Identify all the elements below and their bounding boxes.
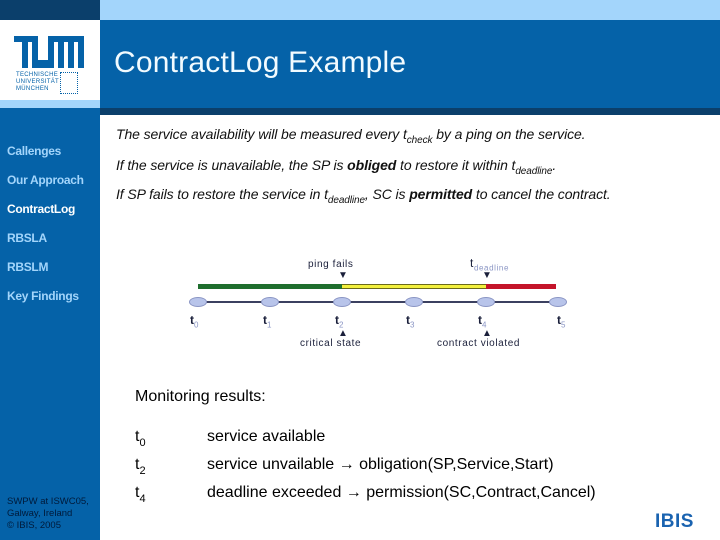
critical-state-label: critical state [300,338,362,349]
sidebar-item-rbsla[interactable]: RBSLA [7,231,47,245]
timeline-node [333,297,351,307]
timeline-node [477,297,495,307]
timeline-node [405,297,423,307]
subscript: 1 [267,320,272,330]
timeline-label-t4: t4 [478,313,486,329]
tum-line-1: TECHNISCHE [16,72,59,78]
timeline-node [261,297,279,307]
bullet-obligation: If the service is unavailable, the SP is… [116,157,556,177]
sidebar-item-challenges[interactable]: Callenges [7,144,61,158]
text: The service availability will be measure… [116,126,407,142]
subscript: check [406,135,433,146]
text: by a ping on the service. [432,126,586,142]
header-top-dark-bar [0,0,100,20]
subscript: 2 [139,465,146,477]
subscript: 0 [139,437,146,449]
monitoring-title: Monitoring results: [135,388,266,405]
monitor-result-t0: service available [207,428,326,445]
emphasis: obliged [347,157,397,173]
footer-line-2: Galway, Ireland [7,508,73,519]
text: If SP fails to restore the service in t [116,186,328,202]
timeline-axis [198,301,560,303]
header-shadow-bar [100,108,720,115]
deadline-arrow-icon: ▼ [482,270,492,281]
subscript: deadline [515,166,553,177]
tum-line-2: UNIVERSITÄT [16,79,59,85]
tum-logo-icon [14,36,84,68]
timeline-segment-critical [342,284,486,289]
text: . [552,157,557,173]
sidebar-footer: SWPW at ISWC05, Galway, Ireland © IBIS, … [7,496,89,532]
logo-strip [0,100,100,108]
subscript: 3 [410,320,415,330]
header-top-light-bar [100,0,720,20]
timeline-label-t3: t3 [406,313,414,329]
text: If the service is unavailable, the SP is [116,157,348,173]
tum-pattern-icon [60,72,78,94]
ibis-logo: IBIS [655,511,694,532]
bullet-check-interval: The service availability will be measure… [116,126,586,146]
timeline-segment-available [198,284,342,289]
monitor-time-t2: t2 [135,456,146,477]
timeline-node [549,297,567,307]
tum-line-3: MÜNCHEN [16,86,49,92]
monitor-result-t2: service unvailable → obligation(SP,Servi… [207,456,554,473]
bullet-permission: If SP fails to restore the service in td… [116,186,611,206]
monitor-time-t0: t0 [135,428,146,449]
text: , SC is [364,186,410,202]
subscript: 4 [139,493,146,505]
emphasis: permitted [409,186,473,202]
timeline-label-t0: t0 [190,313,198,329]
timeline-label-t2: t2 [335,313,343,329]
monitor-result-t4: deadline exceeded → permission(SC,Contra… [207,484,596,501]
sidebar-item-our-approach[interactable]: Our Approach [7,173,84,187]
subscript: deadline [327,195,365,206]
contract-violated-label: contract violated [437,338,521,349]
subscript: 5 [561,320,566,330]
ping-fails-arrow-icon: ▼ [338,270,348,281]
timeline-segment-violated [486,284,556,289]
monitor-time-t4: t4 [135,484,146,505]
sidebar-item-rbslm[interactable]: RBSLM [7,260,48,274]
ping-fails-label: ping fails [308,259,354,270]
footer-line-1: SWPW at ISWC05, [7,496,89,507]
timeline-label-t5: t5 [557,313,565,329]
text: to restore it within t [396,157,516,173]
footer-line-3: © IBIS, 2005 [7,520,62,531]
subscript: 0 [194,320,199,330]
sidebar-item-contractlog[interactable]: ContractLog [7,202,75,216]
timeline-label-t1: t1 [263,313,271,329]
timeline-node [189,297,207,307]
tum-university-name: TECHNISCHE UNIVERSITÄT MÜNCHEN [16,72,59,93]
text: to cancel the contract. [472,186,611,202]
sidebar-item-key-findings[interactable]: Key Findings [7,289,79,303]
page-title: ContractLog Example [114,46,407,79]
